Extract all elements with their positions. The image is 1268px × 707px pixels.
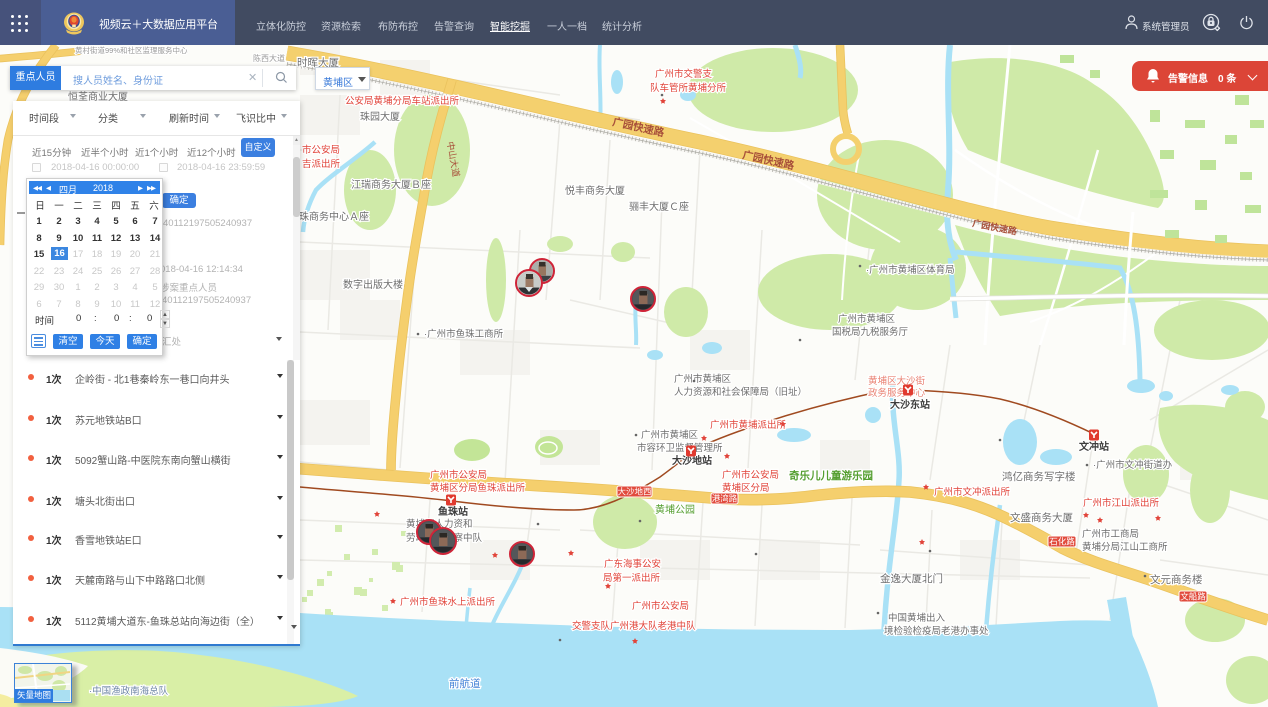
svg-text:广州市工商局: 广州市工商局 (1082, 528, 1139, 540)
svg-text:鱼珠站: 鱼珠站 (438, 505, 468, 518)
svg-text:局第一派出所: 局第一派出所 (603, 572, 661, 584)
svg-text:广东海事公安: 广东海事公安 (604, 558, 661, 570)
svg-text:中国黄埔出入: 中国黄埔出入 (888, 612, 946, 624)
svg-text:石化路: 石化路 (1049, 537, 1075, 547)
svg-text:黄埔区大沙街: 黄埔区大沙街 (868, 375, 926, 387)
svg-text:政务服务中心: 政务服务中心 (868, 387, 926, 399)
svg-text:黄埔区分局鱼珠派出所: 黄埔区分局鱼珠派出所 (430, 482, 526, 494)
svg-text:悦丰商务大厦: 悦丰商务大厦 (565, 184, 625, 197)
svg-text:骊丰大厦Ｃ座: 骊丰大厦Ｃ座 (629, 200, 689, 213)
svg-text:·中国渔政南海总队: ·中国渔政南海总队 (89, 685, 169, 697)
svg-text:公安局黄埔分局车站派出所: 公安局黄埔分局车站派出所 (345, 95, 460, 107)
svg-text:境检验检疫局老港办事处: 境检验检疫局老港办事处 (884, 625, 989, 637)
svg-text:文船路: 文船路 (1180, 592, 1206, 602)
svg-text:人力资源和社会保障局（旧址）: 人力资源和社会保障局（旧址） (674, 386, 807, 398)
svg-text:交警支队广州港大队老港中队: 交警支队广州港大队老港中队 (572, 620, 696, 632)
svg-text:·广州市黄埔区体育局: ·广州市黄埔区体育局 (866, 264, 955, 276)
svg-text:文元商务楼: 文元商务楼 (1150, 573, 1203, 586)
svg-text:前航道: 前航道 (449, 677, 481, 690)
svg-text:黄埔公园: 黄埔公园 (655, 503, 695, 516)
svg-text:黄村街道99%和社区监理服务中心: 黄村街道99%和社区监理服务中心 (75, 45, 188, 55)
svg-text:市容环卫监督管理所: 市容环卫监督管理所 (637, 442, 723, 454)
svg-text:金逸大厦北门: 金逸大厦北门 (880, 572, 943, 585)
svg-text:·广州市文冲街道办: ·广州市文冲街道办 (1093, 459, 1173, 471)
svg-text:珠园大厦: 珠园大厦 (360, 110, 400, 123)
svg-text:大沙东站: 大沙东站 (890, 398, 930, 411)
svg-text:广州市黄埔区: 广州市黄埔区 (838, 313, 896, 325)
svg-text:广州市鱼珠水上派出所: 广州市鱼珠水上派出所 (400, 596, 496, 608)
svg-text:港湾路: 港湾路 (712, 494, 738, 504)
svg-text:广州市黄埔区: 广州市黄埔区 (641, 429, 699, 441)
svg-text:大沙地西: 大沙地西 (617, 487, 651, 497)
svg-text:文盛商务大厦: 文盛商务大厦 (1010, 511, 1073, 524)
svg-text:广州市黄埔派出所: 广州市黄埔派出所 (710, 419, 787, 431)
svg-text:广州市文冲派出所: 广州市文冲派出所 (934, 486, 1011, 498)
svg-text:广州市公安局: 广州市公安局 (430, 469, 487, 481)
svg-text:广州市江山派出所: 广州市江山派出所 (1083, 497, 1160, 509)
svg-text:鸿亿商务写字楼: 鸿亿商务写字楼 (1002, 470, 1076, 483)
svg-text:陈西大道: 陈西大道 (253, 53, 285, 63)
svg-text:数字出版大楼: 数字出版大楼 (343, 278, 403, 291)
svg-text:吉派出所: 吉派出所 (302, 158, 341, 170)
svg-text:黄埔区分局: 黄埔区分局 (722, 482, 770, 494)
svg-text:广州市黄埔区: 广州市黄埔区 (674, 373, 732, 385)
svg-text:·广州市鱼珠工商所: ·广州市鱼珠工商所 (424, 328, 504, 340)
svg-text:广州市交警支: 广州市交警支 (655, 68, 713, 80)
svg-text:珠商务中心Ａ座: 珠商务中心Ａ座 (299, 210, 369, 223)
svg-text:广州市公安局: 广州市公安局 (722, 469, 779, 481)
svg-text:江瑞商务大厦Ｂ座: 江瑞商务大厦Ｂ座 (351, 178, 431, 191)
svg-text:国税局九税服务厅: 国税局九税服务厅 (832, 326, 909, 338)
svg-text:市公安局: 市公安局 (302, 144, 340, 156)
svg-text:黄埔分局江山工商所: 黄埔分局江山工商所 (1082, 541, 1168, 553)
svg-text:奇乐儿儿童游乐园: 奇乐儿儿童游乐园 (789, 469, 873, 482)
svg-text:文冲站: 文冲站 (1079, 440, 1109, 453)
svg-text:广州市公安局: 广州市公安局 (632, 600, 689, 612)
svg-text:队车管所黄埔分所: 队车管所黄埔分所 (650, 82, 727, 94)
